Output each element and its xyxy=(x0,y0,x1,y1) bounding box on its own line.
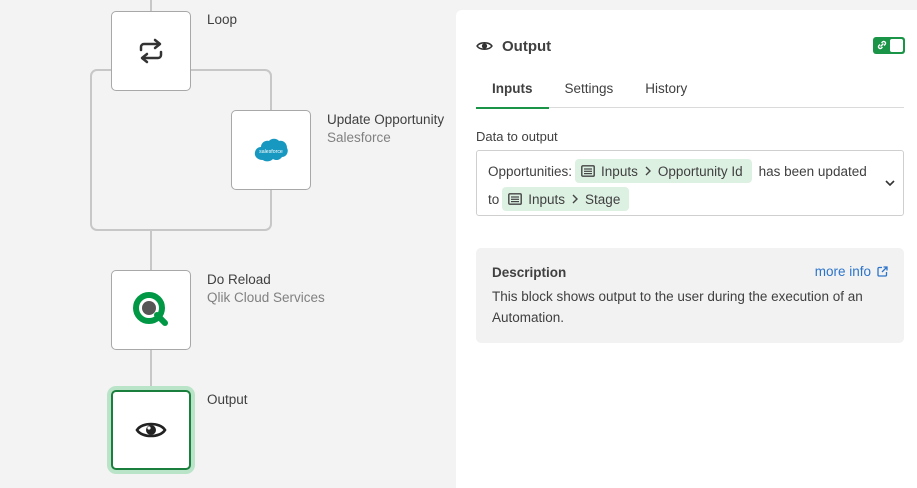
toggle-knob xyxy=(890,39,903,52)
svg-text:salesforce: salesforce xyxy=(259,149,283,155)
loop-node-label: Loop xyxy=(207,11,237,29)
list-icon xyxy=(508,193,523,205)
connector-line xyxy=(150,231,152,271)
salesforce-logo: salesforce xyxy=(254,138,288,162)
connector-line xyxy=(150,0,152,11)
field-row: Opportunities: Inputs Opportunity Id has… xyxy=(488,159,867,183)
panel-title: Output xyxy=(502,37,552,55)
node-title: Do Reload xyxy=(207,272,271,287)
description-title: Description xyxy=(492,265,567,280)
loop-node[interactable] xyxy=(111,11,191,91)
chevron-down-icon[interactable] xyxy=(885,179,895,187)
output-node[interactable] xyxy=(111,390,191,470)
qlik-logo xyxy=(133,292,168,326)
panel-tabs: Inputs Settings History xyxy=(476,74,904,109)
node-subtitle: Salesforce xyxy=(327,130,391,145)
chip-path: Stage xyxy=(585,191,621,207)
chevron-right-icon xyxy=(645,166,651,176)
do-reload-node[interactable] xyxy=(111,270,191,350)
tab-settings[interactable]: Settings xyxy=(549,74,630,108)
description-box: Description more info This block shows o… xyxy=(476,248,904,343)
link-toggle[interactable] xyxy=(873,37,905,54)
chip-source: Inputs xyxy=(528,191,566,207)
node-title: Update Opportunity xyxy=(327,112,445,127)
data-to-output-label: Data to output xyxy=(476,129,558,144)
connector-line xyxy=(150,349,152,391)
chevron-right-icon xyxy=(572,194,579,204)
eye-icon xyxy=(476,42,493,50)
output-node-label: Output xyxy=(207,391,248,409)
tab-history[interactable]: History xyxy=(629,74,703,108)
variable-chip[interactable]: Inputs Opportunity Id xyxy=(575,159,752,183)
node-title: Output xyxy=(207,392,248,407)
variable-chip[interactable]: Inputs Stage xyxy=(502,187,630,211)
list-icon xyxy=(581,165,595,177)
more-info-label: more info xyxy=(814,264,871,279)
link-icon xyxy=(877,40,887,50)
field-row: to Inputs Stage xyxy=(488,187,636,211)
field-text: to xyxy=(488,191,500,207)
external-link-icon xyxy=(877,266,888,277)
field-text: Opportunities: xyxy=(488,163,573,179)
data-to-output-field[interactable]: Opportunities: Inputs Opportunity Id has… xyxy=(476,150,904,216)
description-text: This block shows output to the user duri… xyxy=(492,289,863,325)
eye-icon xyxy=(135,422,167,438)
tab-inputs[interactable]: Inputs xyxy=(476,74,549,109)
node-title: Loop xyxy=(207,12,238,27)
automation-canvas[interactable]: Loop salesforce Update Opportunity Sales… xyxy=(0,0,456,488)
chip-path: Opportunity Id xyxy=(657,163,743,179)
field-text: has been updated xyxy=(758,163,867,179)
panel-header: Output xyxy=(476,36,905,56)
node-subtitle: Qlik Cloud Services xyxy=(207,290,325,305)
do-reload-node-label: Do Reload Qlik Cloud Services xyxy=(207,271,325,307)
chip-source: Inputs xyxy=(601,163,638,179)
loop-icon xyxy=(139,38,163,64)
block-properties-panel: Output Inputs Settings History Data to o… xyxy=(456,10,917,488)
more-info-link[interactable]: more info xyxy=(815,264,888,279)
update-opportunity-node-label: Update Opportunity Salesforce xyxy=(327,111,444,147)
update-opportunity-node[interactable]: salesforce xyxy=(231,110,311,190)
